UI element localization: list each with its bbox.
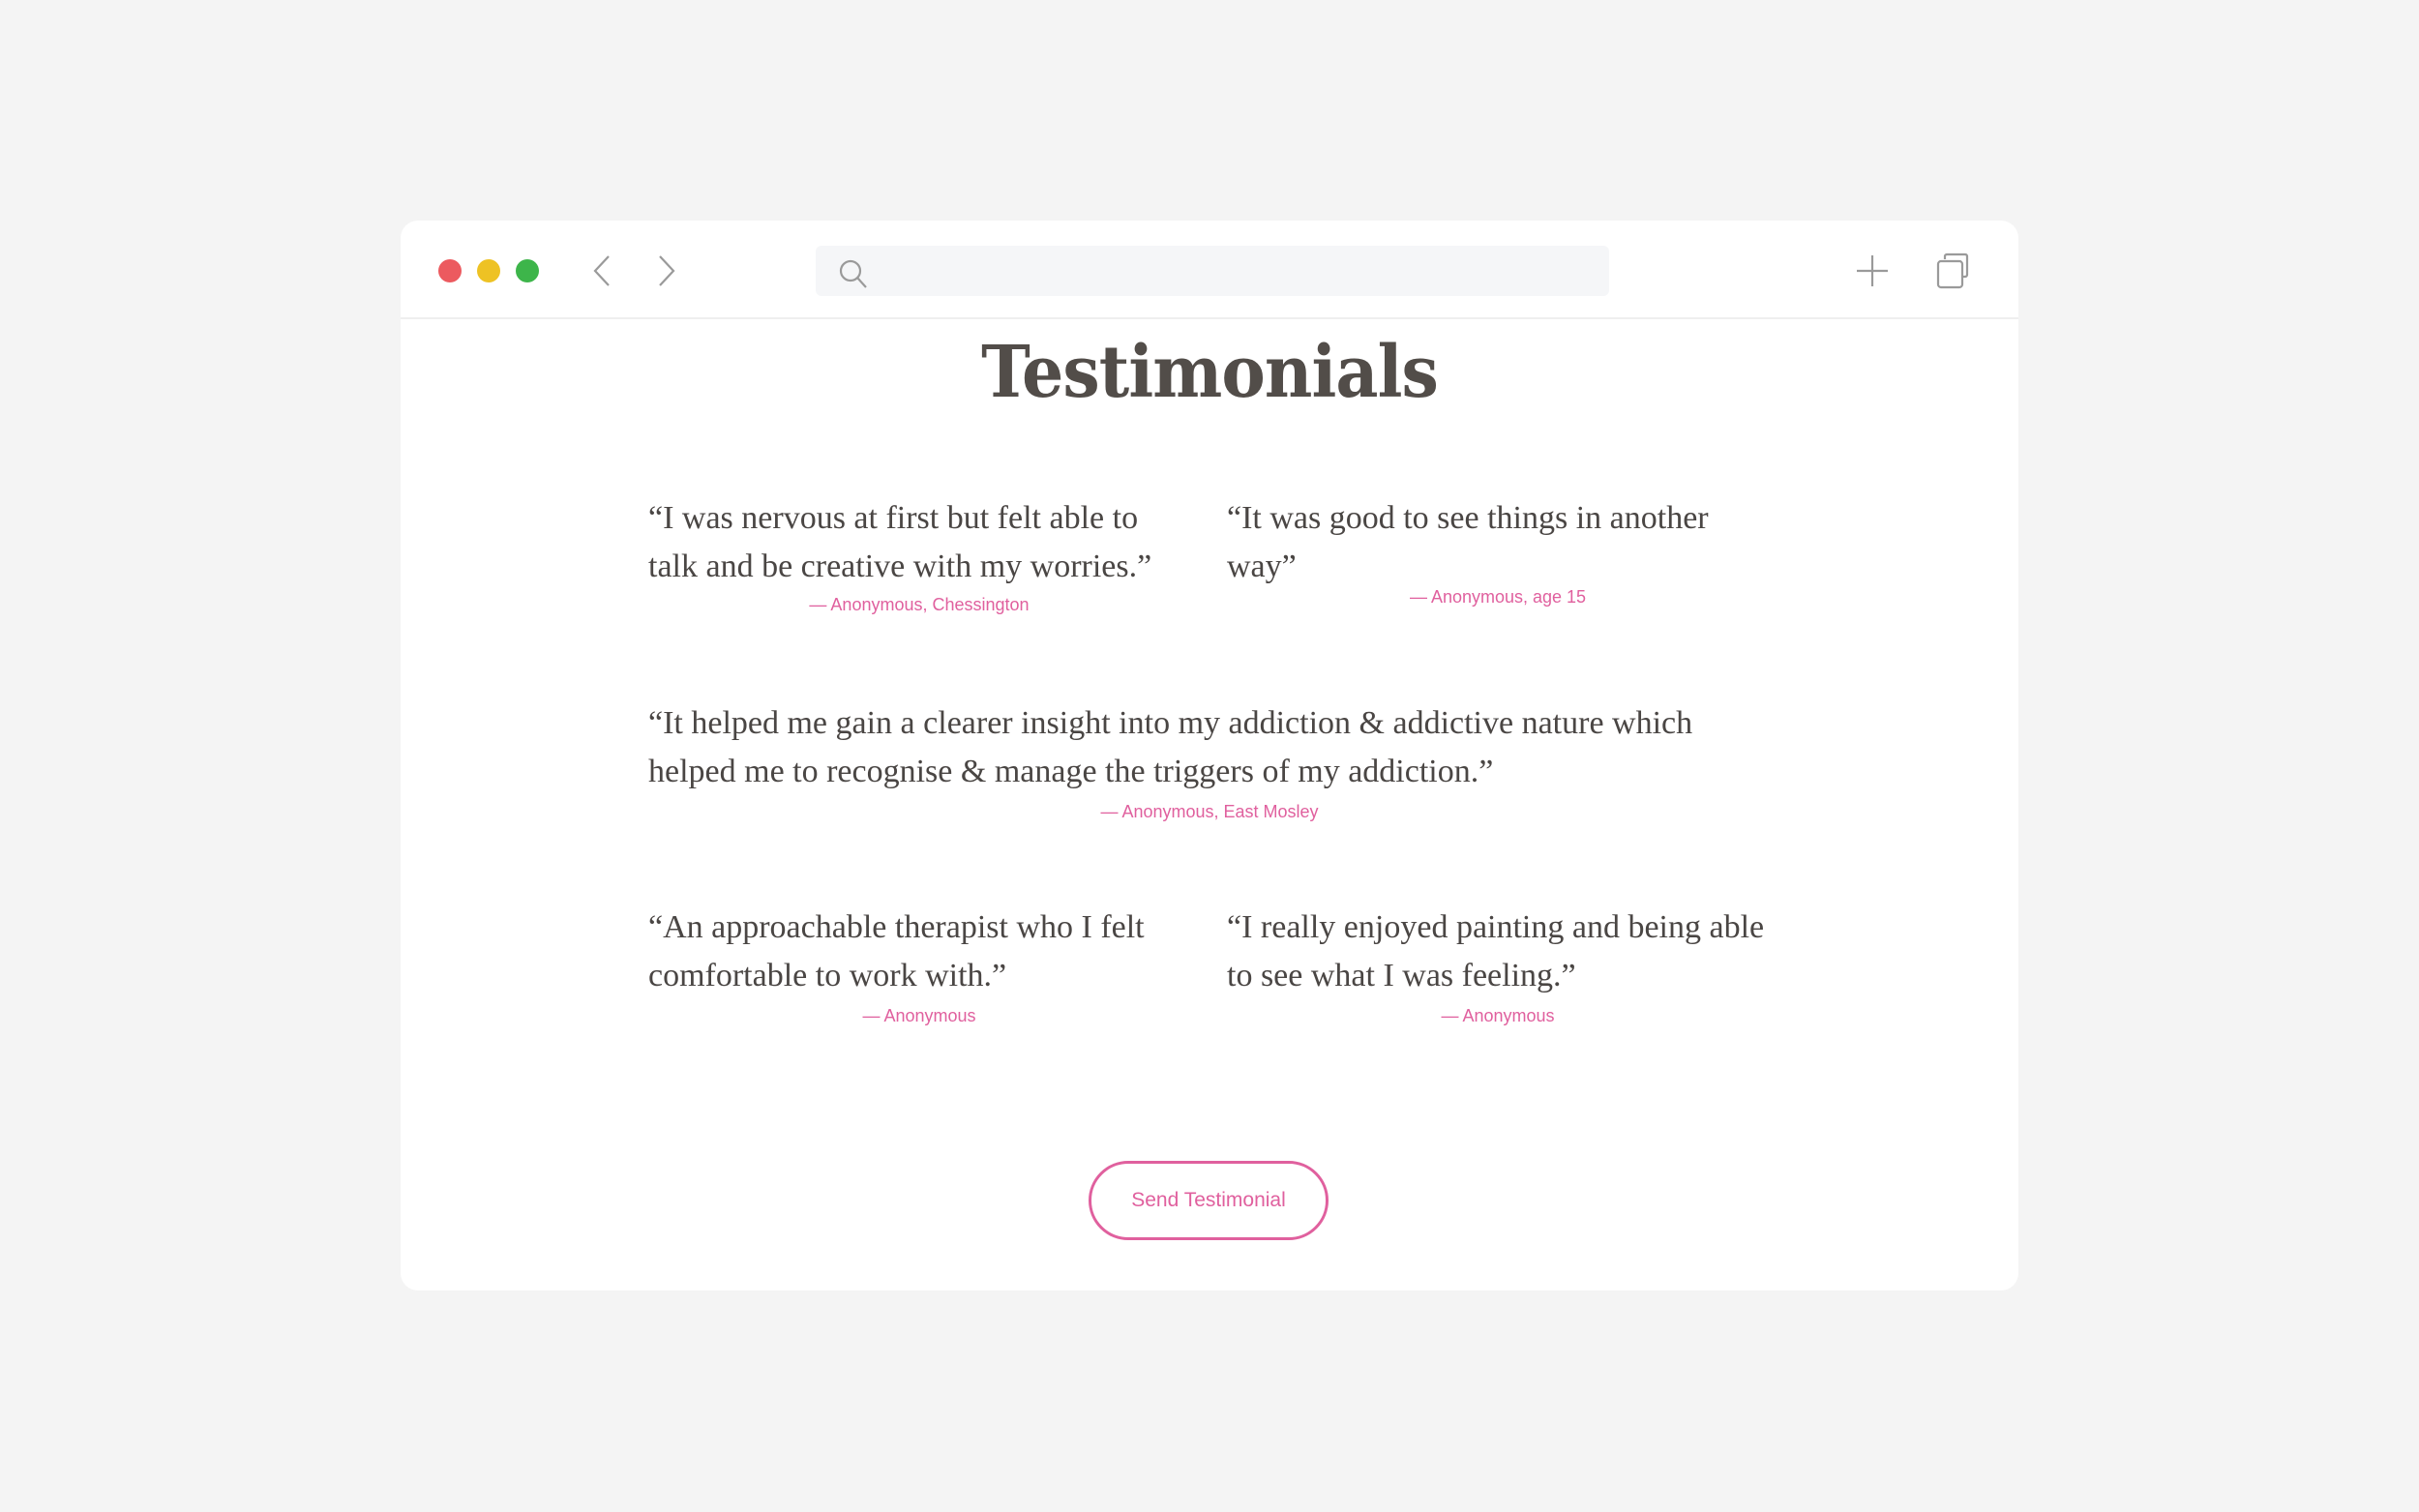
close-window-button[interactable]: [438, 259, 462, 282]
plus-icon: [1857, 255, 1888, 286]
testimonial-quote: “An approachable therapist who I felt co…: [648, 909, 1145, 993]
tabs-icon: [1936, 252, 1969, 289]
forward-button[interactable]: [652, 253, 681, 288]
show-tabs-button[interactable]: [1933, 252, 1972, 290]
browser-toolbar: [401, 221, 2018, 319]
testimonial: “It helped me gain a clearer insight int…: [648, 699, 1771, 823]
testimonial-attribution: — Anonymous, Chessington: [809, 595, 1030, 614]
testimonial: “It was good to see things in another wa…: [1227, 494, 1769, 608]
testimonial: “I was nervous at first but felt able to…: [648, 494, 1190, 616]
testimonial-quote: “It was good to see things in another wa…: [1227, 500, 1709, 584]
minimize-window-button[interactable]: [477, 259, 500, 282]
page-title: Testimonials: [981, 331, 1439, 414]
address-bar[interactable]: [816, 246, 1609, 298]
testimonial: “I really enjoyed painting and being abl…: [1227, 904, 1769, 1027]
back-button[interactable]: [587, 253, 616, 288]
testimonial-attribution: — Anonymous: [862, 1006, 976, 1025]
testimonial: “An approachable therapist who I felt co…: [648, 904, 1190, 1027]
search-icon: [839, 259, 867, 288]
send-testimonial-button[interactable]: Send Testimonial: [1089, 1161, 1329, 1240]
chevron-right-icon: [659, 255, 675, 286]
address-input[interactable]: [883, 246, 1594, 298]
testimonial-quote: “I was nervous at first but felt able to…: [648, 500, 1152, 584]
new-tab-button[interactable]: [1853, 252, 1892, 290]
testimonial-attribution: — Anonymous, East Mosley: [1100, 802, 1319, 821]
testimonial-quote: “It helped me gain a clearer insight int…: [648, 705, 1693, 789]
testimonial-attribution: — Anonymous, age 15: [1409, 587, 1587, 607]
maximize-window-button[interactable]: [516, 259, 539, 282]
testimonial-attribution: — Anonymous: [1441, 1006, 1555, 1025]
chevron-left-icon: [593, 255, 610, 286]
testimonial-quote: “I really enjoyed painting and being abl…: [1227, 909, 1765, 993]
